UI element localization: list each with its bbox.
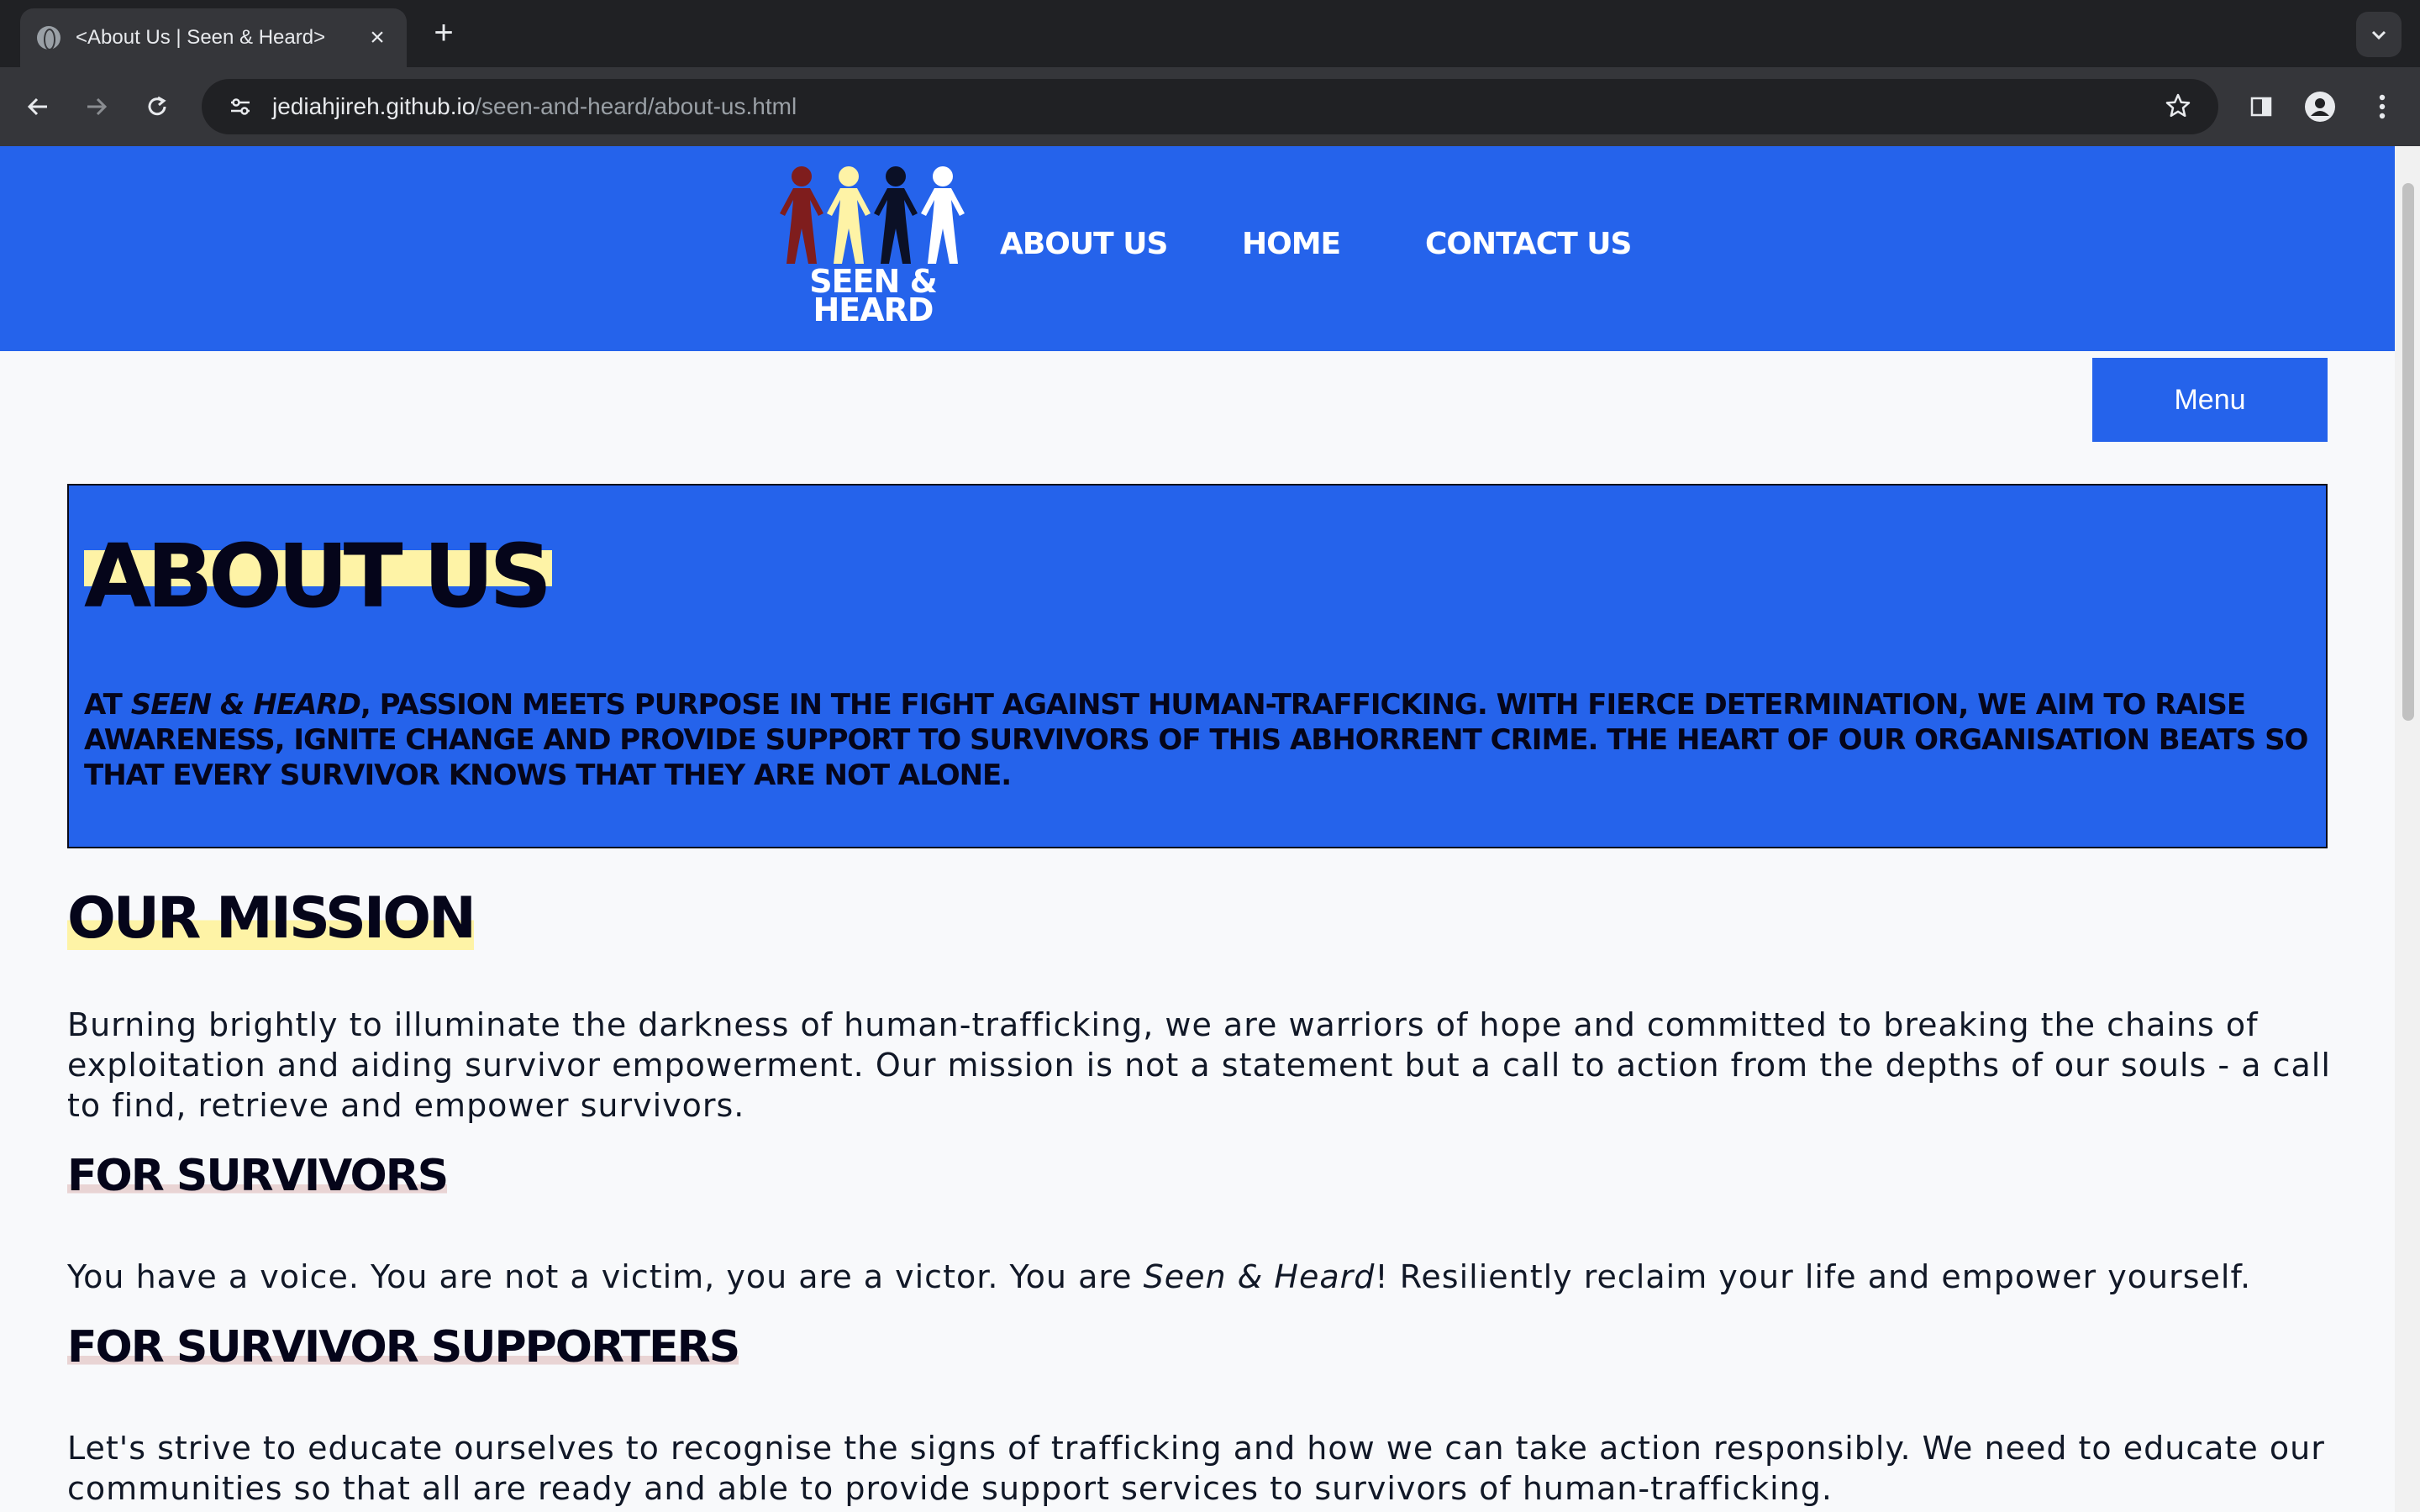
page-scrollbar[interactable]: [2395, 146, 2420, 1512]
back-button[interactable]: [17, 86, 59, 128]
mission-heading: OUR MISSION: [67, 885, 476, 953]
survivors-org-name: Seen & Heard: [1143, 1258, 1376, 1295]
chevron-down-icon: [2371, 30, 2386, 40]
bookmark-star-icon[interactable]: [2161, 89, 2195, 123]
mission-paragraph: Burning brightly to illuminate the darkn…: [67, 1006, 2331, 1124]
browser-tab-strip: <About Us | Seen & Heard> × +: [0, 0, 2420, 67]
nav-link-about-us[interactable]: ABOUT US: [1000, 227, 1168, 261]
figure-navy: [874, 166, 918, 264]
survivors-paragraph: You have a voice. You are not a victim, …: [67, 1257, 2336, 1297]
globe-icon: [37, 26, 60, 50]
reload-icon: [148, 96, 166, 116]
browser-tab[interactable]: <About Us | Seen & Heard> ×: [20, 8, 407, 67]
site-info-button[interactable]: [218, 85, 262, 129]
url-path: /seen-and-heard/about-us.html: [475, 93, 797, 119]
logo-text-line-2: HEARD: [813, 291, 934, 328]
side-panel-icon[interactable]: [2240, 86, 2282, 128]
profile-avatar-icon[interactable]: [2299, 86, 2341, 128]
url-host: jediahjireh.github.io: [272, 93, 476, 119]
paper-people-logo-icon: [780, 166, 965, 264]
menu-button[interactable]: Menu: [2092, 358, 2328, 442]
page-viewport: SEEN & HEARD ABOUT US HOME CONTACT US Me…: [0, 146, 2420, 1512]
survivors-heading: FOR SURVIVORS: [67, 1149, 449, 1203]
logo-wordmark: SEEN & HEARD: [776, 265, 970, 328]
intro-org-name: Seen & Heard: [130, 688, 361, 722]
tune-icon: [231, 98, 250, 115]
supporters-paragraph: Let's strive to educate ourselves to rec…: [67, 1430, 2325, 1507]
site-header: SEEN & HEARD ABOUT US HOME CONTACT US: [0, 146, 2395, 351]
figure-maroon: [780, 166, 823, 264]
about-intro-box: ABOUT US At Seen & Heard, passion meets …: [67, 484, 2328, 848]
new-tab-icon[interactable]: +: [427, 13, 460, 54]
scrollbar-thumb[interactable]: [2402, 183, 2414, 721]
nav-link-home[interactable]: HOME: [1242, 227, 1341, 261]
tab-title: <About Us | Seen & Heard>: [76, 26, 326, 49]
figure-white: [921, 166, 965, 264]
browser-toolbar: jediahjireh.github.io/seen-and-heard/abo…: [0, 67, 2420, 146]
tab-search-button[interactable]: [2356, 12, 2402, 57]
url-text: jediahjireh.github.io/seen-and-heard/abo…: [272, 93, 797, 120]
address-bar[interactable]: jediahjireh.github.io/seen-and-heard/abo…: [202, 79, 2218, 134]
arrow-right-icon: [87, 97, 108, 116]
intro-paragraph: At Seen & Heard, passion meets purpose i…: [84, 687, 2319, 793]
intro-text-prefix: At: [84, 688, 131, 722]
figure-yellow: [827, 166, 871, 264]
close-tab-icon[interactable]: ×: [365, 25, 390, 50]
survivors-text-suffix: ! Resiliently reclaim your life and empo…: [1375, 1258, 2252, 1295]
nav-link-contact-us[interactable]: CONTACT US: [1425, 227, 1632, 261]
supporters-heading: FOR SURVIVOR SUPPORTERS: [67, 1320, 740, 1374]
arrow-left-icon: [27, 97, 47, 116]
page-title: ABOUT US: [84, 526, 552, 627]
forward-button[interactable]: [76, 86, 118, 128]
site-logo[interactable]: SEEN & HEARD: [776, 163, 970, 331]
intro-text-suffix: , passion meets purpose in the fight aga…: [84, 688, 2308, 792]
reload-button[interactable]: [136, 86, 178, 128]
survivors-text-prefix: You have a voice. You are not a victim, …: [67, 1258, 1144, 1295]
more-options-icon[interactable]: [2361, 86, 2403, 128]
